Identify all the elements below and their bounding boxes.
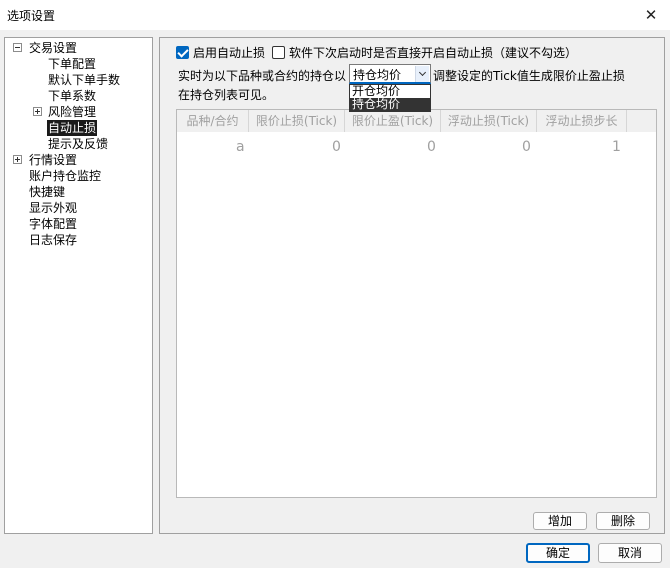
- table-cell[interactable]: 1: [612, 139, 621, 155]
- tree-item-label: 自动止损: [47, 120, 98, 136]
- price-basis-select[interactable]: 持仓均价: [349, 64, 431, 84]
- tree-item-trade-settings[interactable]: 交易设置: [9, 40, 149, 56]
- tree-item-appearance[interactable]: 显示外观: [9, 200, 149, 216]
- enable-on-startup-label: 软件下次启动时是否直接开启自动止损（建议不勾选）: [289, 45, 578, 60]
- ok-button[interactable]: 确定: [526, 543, 590, 563]
- add-button[interactable]: 增加: [533, 512, 587, 530]
- tree-item-label: 显示外观: [29, 201, 78, 215]
- chevron-down-icon[interactable]: [415, 66, 429, 82]
- column-header[interactable]: 限价止盈(Tick): [345, 110, 441, 132]
- expand-icon[interactable]: [33, 107, 42, 116]
- checkbox-checked-icon[interactable]: [176, 45, 189, 59]
- description-suffix: 调整设定的Tick值生成限价止盈止损: [433, 69, 625, 83]
- tree-item-label: 提示及反馈: [48, 137, 109, 151]
- collapse-icon[interactable]: [13, 43, 22, 52]
- tree-item-label: 字体配置: [29, 217, 78, 231]
- price-basis-dropdown[interactable]: 开仓均价 持仓均价: [349, 84, 431, 112]
- tree-item-label: 行情设置: [29, 153, 78, 167]
- tree-item-label: 默认下单手数: [48, 73, 121, 87]
- tree-item-label: 快捷键: [29, 185, 66, 199]
- column-header[interactable]: 浮动止损(Tick): [441, 110, 537, 132]
- close-icon[interactable]: ✕: [640, 4, 662, 26]
- price-basis-value: 持仓均价: [353, 68, 402, 82]
- table-cell[interactable]: 0: [427, 139, 436, 155]
- checkbox-unchecked-icon[interactable]: [272, 45, 285, 59]
- description-prefix: 实时为以下品种或合约的持仓以: [178, 69, 347, 83]
- option-position-avg-price[interactable]: 持仓均价: [350, 98, 430, 111]
- enable-auto-stop-loss-label: 启用自动止损: [193, 45, 266, 60]
- tree-item-label: 日志保存: [29, 233, 78, 247]
- tree-item-label: 账户持仓监控: [29, 169, 102, 183]
- title-bar: 选项设置 ✕: [0, 0, 670, 30]
- stop-loss-table[interactable]: 品种/合约 限价止损(Tick) 限价止盈(Tick) 浮动止损(Tick) 浮…: [176, 109, 657, 498]
- column-header[interactable]: 品种/合约: [177, 110, 249, 132]
- expand-icon[interactable]: [13, 155, 22, 164]
- tree-item-market-settings[interactable]: 行情设置: [9, 152, 149, 168]
- description-line-2: 在持仓列表可见。: [178, 88, 275, 102]
- tree-item-auto-stop-loss[interactable]: 自动止损: [9, 120, 149, 136]
- window-title: 选项设置: [7, 9, 56, 23]
- tree-item-label: 风险管理: [48, 105, 97, 119]
- tree-item-order-config[interactable]: 下单配置: [9, 56, 149, 72]
- tree-item-label: 下单配置: [48, 57, 97, 71]
- tree-item-order-factor[interactable]: 下单系数: [9, 88, 149, 104]
- cancel-button[interactable]: 取消: [598, 543, 662, 563]
- auto-stop-loss-panel: 启用自动止损 软件下次启动时是否直接开启自动止损（建议不勾选） 实时为以下品种或…: [159, 37, 665, 534]
- tree-item-log-save[interactable]: 日志保存: [9, 232, 149, 248]
- tree-item-risk-management[interactable]: 风险管理: [9, 104, 149, 120]
- table-cell[interactable]: 0: [332, 139, 341, 155]
- column-header[interactable]: 限价止损(Tick): [249, 110, 345, 132]
- tree-item-label: 交易设置: [29, 41, 78, 55]
- tree-item-default-lots[interactable]: 默认下单手数: [9, 72, 149, 88]
- tree-item-font-config[interactable]: 字体配置: [9, 216, 149, 232]
- tree-item-prompt-feedback[interactable]: 提示及反馈: [9, 136, 149, 152]
- options-tree[interactable]: 交易设置 下单配置 默认下单手数 下单系数 风险管理 自动止损 提示及反馈 行情…: [4, 37, 153, 534]
- table-header: 品种/合约 限价止损(Tick) 限价止盈(Tick) 浮动止损(Tick) 浮…: [177, 110, 656, 132]
- tree-item-shortcuts[interactable]: 快捷键: [9, 184, 149, 200]
- delete-button[interactable]: 删除: [596, 512, 650, 530]
- table-cell[interactable]: a: [236, 139, 245, 155]
- table-cell[interactable]: 0: [522, 139, 531, 155]
- column-header[interactable]: 浮动止损步长: [537, 110, 627, 132]
- tree-item-account-position-monitor[interactable]: 账户持仓监控: [9, 168, 149, 184]
- enable-on-startup-checkbox[interactable]: 软件下次启动时是否直接开启自动止损（建议不勾选）: [272, 44, 577, 60]
- enable-auto-stop-loss-checkbox[interactable]: 启用自动止损: [176, 44, 265, 60]
- tree-item-label: 下单系数: [48, 89, 97, 103]
